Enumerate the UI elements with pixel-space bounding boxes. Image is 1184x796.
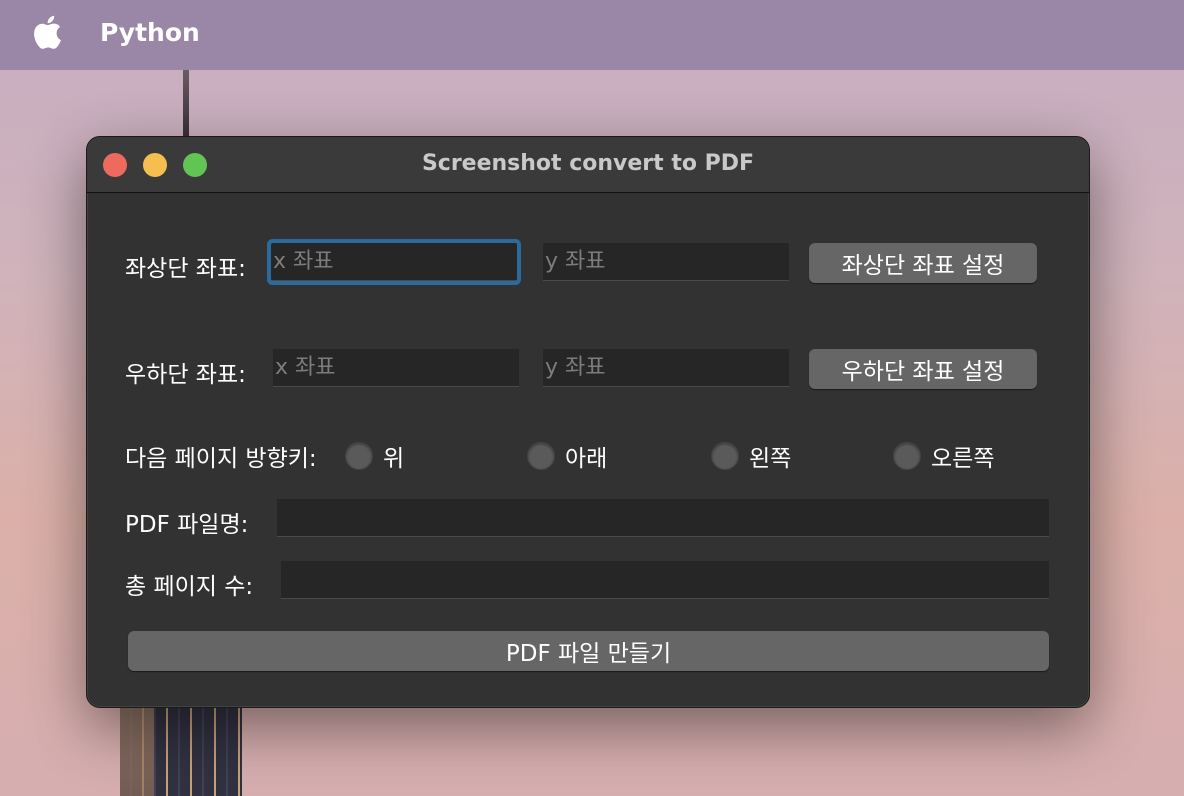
direction-option-label: 왼쪽 xyxy=(749,446,792,472)
menu-bar: Python xyxy=(0,0,1184,70)
direction-radio-right[interactable]: 오른쪽 xyxy=(893,439,994,473)
direction-radio-down[interactable]: 아래 xyxy=(527,439,607,473)
direction-option-label: 아래 xyxy=(565,446,608,472)
total-pages-input[interactable] xyxy=(281,561,1049,599)
wallpaper-tower-base xyxy=(120,700,242,796)
radio-button-icon[interactable] xyxy=(345,442,373,470)
set-top-left-button[interactable]: 좌상단 좌표 설정 xyxy=(809,243,1037,283)
bottom-right-coord-label: 우하단 좌표: xyxy=(125,362,246,388)
wallpaper-tower-spire xyxy=(183,70,189,136)
direction-radio-left[interactable]: 왼쪽 xyxy=(711,439,791,473)
menu-app-name[interactable]: Python xyxy=(100,18,200,47)
top-left-y-input[interactable] xyxy=(543,243,789,281)
bottom-right-y-input[interactable] xyxy=(543,349,789,387)
top-left-coord-label: 좌상단 좌표: xyxy=(125,256,246,282)
radio-button-icon[interactable] xyxy=(711,442,739,470)
direction-option-label: 위 xyxy=(383,446,405,472)
app-window: Screenshot convert to PDF 좌상단 좌표: 좌상단 좌표… xyxy=(86,136,1090,708)
top-left-x-input[interactable] xyxy=(271,243,517,281)
window-title: Screenshot convert to PDF xyxy=(421,151,755,176)
set-bottom-right-button[interactable]: 우하단 좌표 설정 xyxy=(809,349,1037,389)
direction-option-label: 오른쪽 xyxy=(931,446,995,472)
window-titlebar[interactable]: Screenshot convert to PDF xyxy=(87,137,1089,193)
pdf-filename-label: PDF 파일명: xyxy=(125,512,249,538)
radio-button-icon[interactable] xyxy=(893,442,921,470)
pdf-filename-input[interactable] xyxy=(277,499,1049,537)
bottom-right-x-input[interactable] xyxy=(273,349,519,387)
direction-key-label: 다음 페이지 방향키: xyxy=(125,446,317,472)
apple-icon[interactable] xyxy=(32,14,62,50)
create-pdf-button[interactable]: PDF 파일 만들기 xyxy=(128,631,1049,671)
direction-radio-up[interactable]: 위 xyxy=(345,439,404,473)
radio-button-icon[interactable] xyxy=(527,442,555,470)
total-pages-label: 총 페이지 수: xyxy=(125,574,254,600)
